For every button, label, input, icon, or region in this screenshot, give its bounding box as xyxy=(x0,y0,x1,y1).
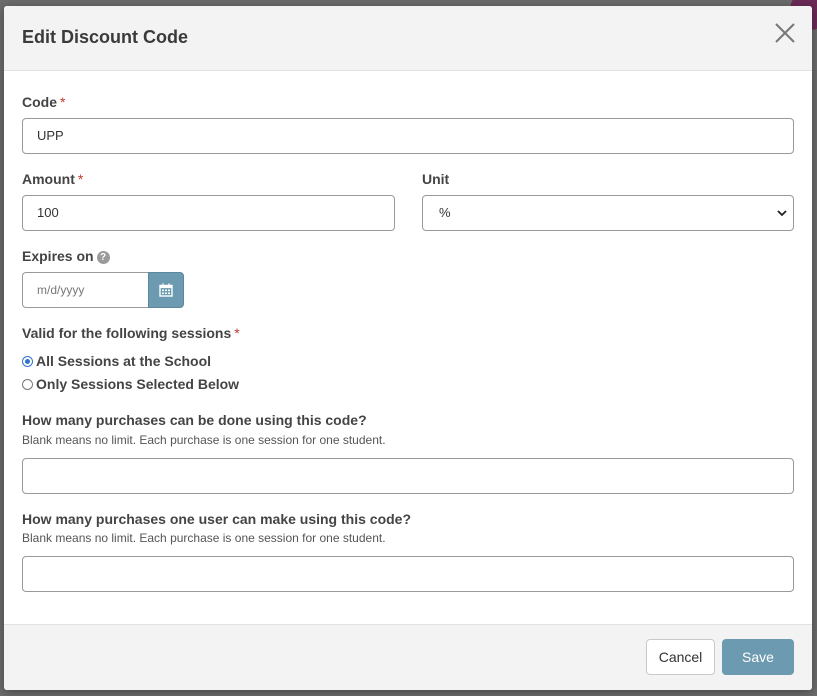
required-mark: * xyxy=(60,94,66,110)
amount-label-text: Amount xyxy=(22,171,75,187)
required-mark: * xyxy=(234,325,240,341)
dialog-header: Edit Discount Code xyxy=(4,6,812,71)
radio-all-sessions[interactable]: All Sessions at the School xyxy=(22,352,211,370)
purchases-per-user-input[interactable] xyxy=(22,556,794,592)
dialog-footer: Cancel Save xyxy=(4,624,812,690)
purchases-total-hint: Blank means no limit. Each purchase is o… xyxy=(22,433,386,447)
radio-selected-sessions-label: Only Sessions Selected Below xyxy=(36,376,240,392)
purchases-per-user-hint: Blank means no limit. Each purchase is o… xyxy=(22,531,386,545)
code-label: Code * xyxy=(22,94,65,110)
sessions-label: Valid for the following sessions * xyxy=(22,325,240,341)
required-mark: * xyxy=(77,171,84,187)
calendar-icon xyxy=(159,283,173,297)
purchases-total-label: How many purchases can be done using thi… xyxy=(22,412,367,428)
close-icon xyxy=(775,23,795,43)
edit-discount-code-dialog: Edit Discount Code Code * UPP Amount * 100… xyxy=(4,6,812,690)
code-label-text: Code xyxy=(22,94,57,110)
code-input[interactable]: UPP xyxy=(22,118,794,154)
unit-select-value: % xyxy=(439,205,451,220)
sessions-label-text: Valid for the following sessions xyxy=(22,325,232,341)
expires-label: Expires on? xyxy=(22,248,110,264)
chevron-down-icon xyxy=(777,210,787,217)
dialog-title: Edit Discount Code xyxy=(22,27,188,47)
unit-select[interactable]: % xyxy=(422,195,794,231)
amount-label: Amount * xyxy=(22,171,83,187)
cancel-button[interactable]: Cancel xyxy=(646,639,715,675)
amount-input[interactable]: 100 xyxy=(22,195,395,231)
expires-label-text: Expires on xyxy=(22,248,94,264)
expires-date-input[interactable]: m/d/yyyy xyxy=(22,272,148,308)
radio-selected-sessions[interactable]: Only Sessions Selected Below xyxy=(22,375,239,393)
help-circle-icon[interactable]: ? xyxy=(96,251,110,264)
radio-button[interactable] xyxy=(22,378,33,390)
purchases-total-input[interactable] xyxy=(22,458,794,494)
unit-label: Unit xyxy=(422,171,450,187)
purchases-per-user-label: How many purchases one user can make usi… xyxy=(22,511,412,527)
radio-all-sessions-label: All Sessions at the School xyxy=(36,353,212,369)
calendar-button[interactable] xyxy=(148,272,184,308)
close-button[interactable] xyxy=(772,20,798,46)
radio-button-checked[interactable] xyxy=(22,355,33,367)
save-button[interactable]: Save xyxy=(722,639,794,675)
